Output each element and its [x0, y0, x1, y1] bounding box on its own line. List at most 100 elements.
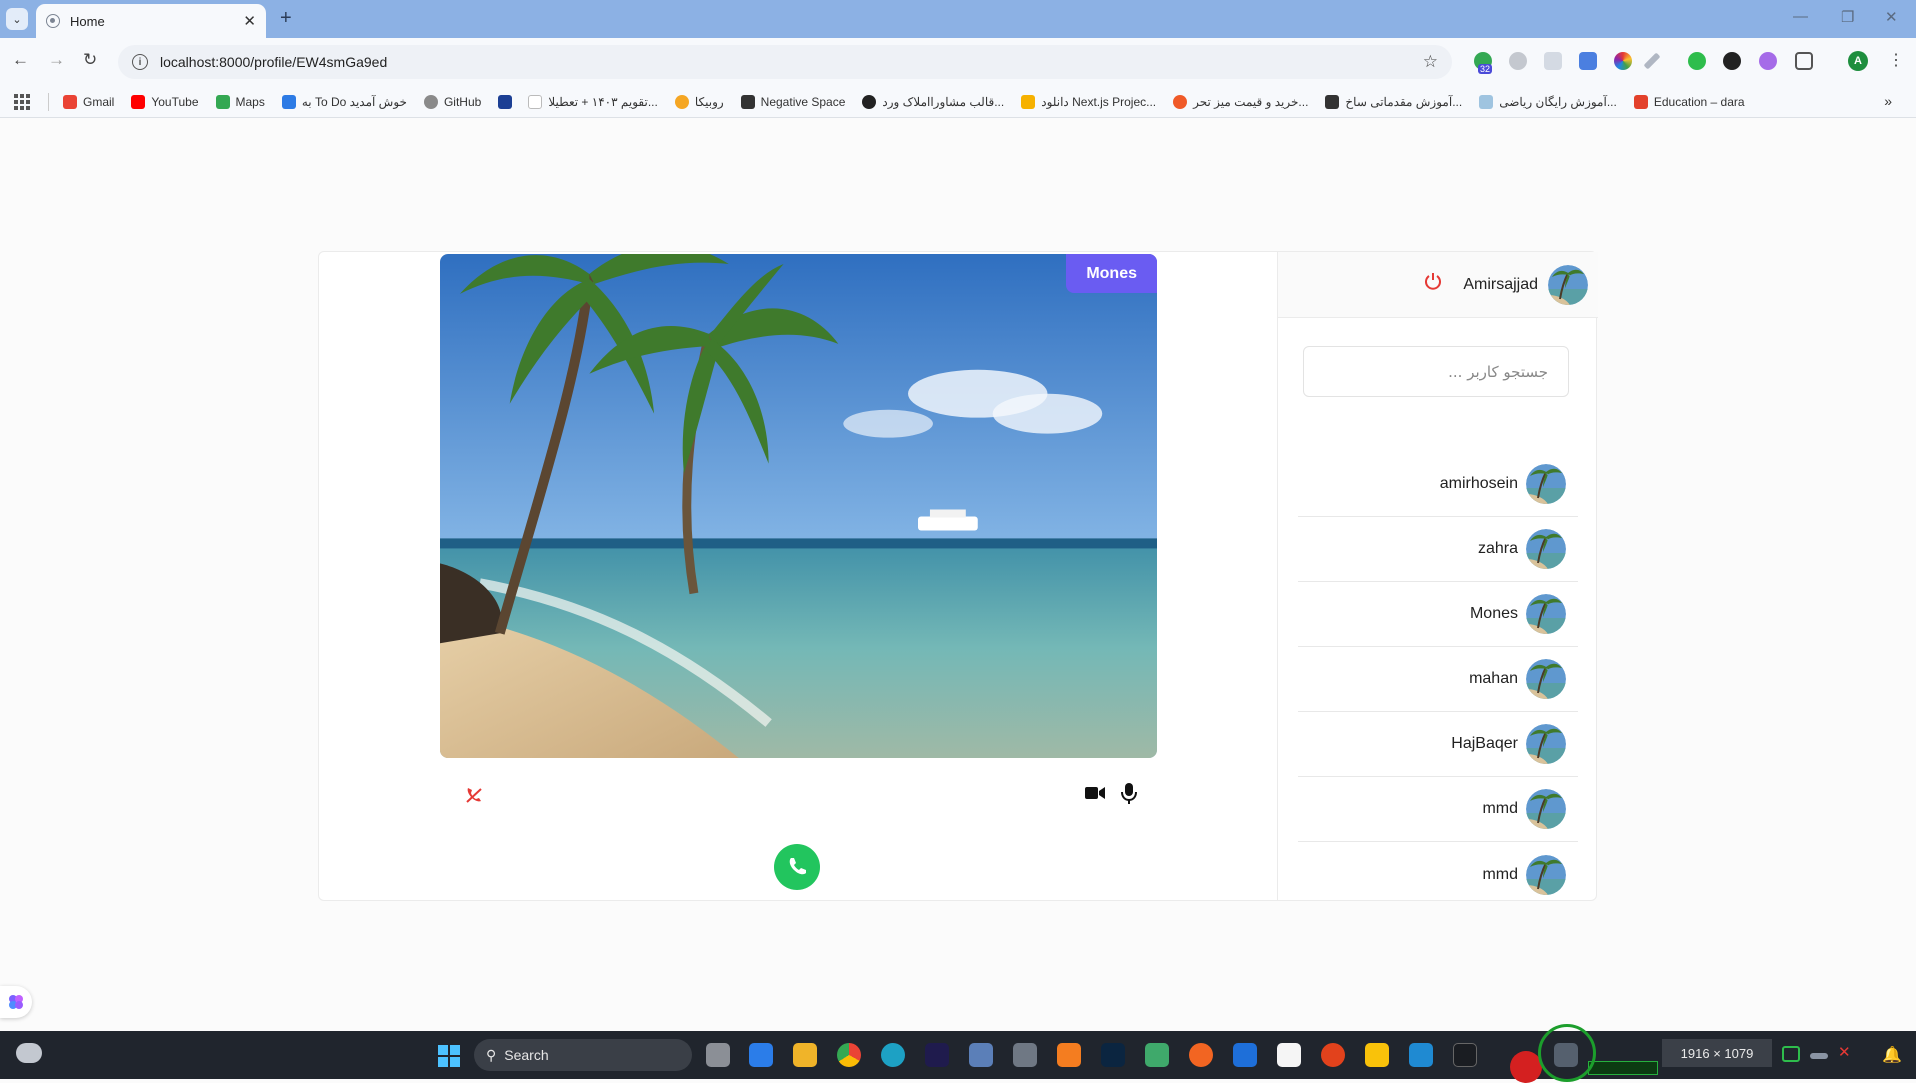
call-button[interactable]: [774, 844, 820, 890]
tab-search-menu-icon[interactable]: ⌄: [6, 8, 28, 30]
profile-avatar[interactable]: A: [1848, 51, 1868, 71]
bookmark-gmail[interactable]: Gmail: [63, 94, 114, 109]
close-capture-icon[interactable]: ✕: [1838, 1043, 1856, 1061]
ai-extension-icon[interactable]: [1759, 52, 1777, 70]
remote-user-label: Mones: [1066, 254, 1157, 293]
user-avatar: [1526, 789, 1566, 829]
address-bar[interactable]: i localhost:8000/profile/EW4smGa9ed ☆: [118, 45, 1452, 79]
github-icon: [423, 94, 438, 109]
bookmark-course[interactable]: آموزش مقدماتی ساخ...: [1325, 94, 1462, 109]
bookmark-education[interactable]: Education – dara: [1633, 94, 1745, 109]
shield-extension-icon[interactable]: [1509, 52, 1527, 70]
apps-grid-icon[interactable]: [14, 93, 30, 110]
user-avatar: [1526, 724, 1566, 764]
new-tab-button[interactable]: +: [280, 7, 292, 30]
calculator-icon[interactable]: [969, 1043, 993, 1067]
vscode-icon[interactable]: [1409, 1043, 1433, 1067]
ai-assistant-floating-icon[interactable]: [0, 986, 32, 1018]
more-menu-icon[interactable]: ⋮: [1888, 50, 1904, 70]
forward-icon[interactable]: →: [48, 50, 65, 70]
postman-icon[interactable]: [1189, 1043, 1213, 1067]
premiere-icon[interactable]: [925, 1043, 949, 1067]
git-icon[interactable]: [1145, 1043, 1169, 1067]
bookmark-calendar[interactable]: تقویم ۱۴۰۳ + تعطیلا...: [528, 94, 658, 109]
restore-icon[interactable]: ❐: [1841, 8, 1854, 26]
weather-widget-icon[interactable]: [16, 1043, 42, 1063]
user-list: amirhosein zahra Mones mahan HajBaqer mm…: [1298, 452, 1578, 907]
url-text[interactable]: localhost:8000/profile/EW4smGa9ed: [160, 54, 1423, 70]
user-list-item[interactable]: mmd: [1298, 777, 1578, 842]
recorder-app-icon[interactable]: [1321, 1043, 1345, 1067]
microphone-icon[interactable]: [1121, 783, 1137, 810]
user-name: amirhosein: [1439, 475, 1518, 492]
notification-bell-icon[interactable]: 🔔: [1882, 1045, 1902, 1065]
bookmark-template[interactable]: قالب مشاورااملاک ورد...: [862, 94, 1004, 109]
extension-badge: 32: [1478, 64, 1493, 74]
screenshot-extension-icon[interactable]: [1544, 52, 1562, 70]
medium-icon[interactable]: [1277, 1043, 1301, 1067]
file-explorer-icon[interactable]: [793, 1043, 817, 1067]
xampp-icon[interactable]: [1057, 1043, 1081, 1067]
maps-icon: [215, 94, 230, 109]
more-bookmarks-icon[interactable]: »: [1884, 93, 1892, 109]
capture-frame-icon[interactable]: [1782, 1046, 1800, 1062]
vpn-shield-icon[interactable]: [1233, 1043, 1257, 1067]
user-list-item[interactable]: amirhosein: [1298, 452, 1578, 517]
v-logo-icon: [1325, 94, 1340, 109]
windows-start-icon[interactable]: [438, 1045, 460, 1067]
chrome-canary-icon[interactable]: [1365, 1043, 1389, 1067]
math-icon: [1479, 94, 1494, 109]
taskbar-search[interactable]: ⚲ Search: [474, 1039, 692, 1071]
check-extension-icon[interactable]: [1688, 52, 1706, 70]
bookmark-desk[interactable]: خرید و قیمت میز تحر...: [1173, 94, 1308, 109]
bookmark-b[interactable]: [498, 94, 518, 109]
bookmark-nextjs[interactable]: دانلود Next.js Projec...: [1021, 94, 1156, 109]
bookmark-maps[interactable]: Maps: [215, 94, 265, 109]
photoshop-icon[interactable]: [1101, 1043, 1125, 1067]
bookmark-math[interactable]: آموزش رایگان ریاضی...: [1479, 94, 1617, 109]
chrome-icon[interactable]: [837, 1043, 861, 1067]
user-list-item[interactable]: HajBaqer: [1298, 712, 1578, 777]
dara-icon: [1633, 94, 1648, 109]
user-list-item[interactable]: zahra: [1298, 517, 1578, 582]
user-list-item[interactable]: mahan: [1298, 647, 1578, 712]
bookmark-youtube[interactable]: YouTube: [131, 94, 199, 109]
logout-power-icon[interactable]: [1425, 272, 1441, 295]
puzzle-extensions-icon[interactable]: [1795, 52, 1813, 70]
site-info-icon[interactable]: i: [132, 54, 148, 70]
remote-video: Mones: [440, 254, 1157, 758]
camera-icon[interactable]: [1013, 1043, 1037, 1067]
window-close-icon[interactable]: ✕: [1885, 8, 1898, 26]
browser-tabstrip: ⌄ Home ✕ + — ❐ ✕: [0, 0, 1916, 38]
bookmark-github[interactable]: GitHub: [423, 94, 481, 109]
minimize-capture-icon[interactable]: [1810, 1053, 1828, 1059]
task-view-icon[interactable]: [706, 1043, 730, 1067]
translate-extension-icon[interactable]: [1579, 52, 1597, 70]
edge-icon[interactable]: [881, 1043, 905, 1067]
minimize-icon[interactable]: —: [1793, 8, 1808, 25]
user-name: mmd: [1482, 865, 1518, 883]
bookmarks-divider: [48, 92, 49, 111]
color-picker-extension-icon[interactable]: [1614, 52, 1632, 70]
current-user-name: Amirsajjad: [1463, 276, 1538, 293]
bookmark-todo[interactable]: به To Do خوش آمدید: [281, 94, 407, 109]
bookmark-star-icon[interactable]: ☆: [1423, 52, 1438, 72]
tab-title: Home: [70, 13, 105, 29]
pen-extension-icon[interactable]: [1643, 52, 1661, 70]
hangup-icon[interactable]: [464, 785, 484, 810]
store-app-icon[interactable]: [749, 1043, 773, 1067]
reload-icon[interactable]: ↻: [83, 50, 97, 70]
bookmark-negative-space[interactable]: Negative Space: [740, 94, 845, 109]
user-list-item[interactable]: mmd: [1298, 842, 1578, 907]
tab-home[interactable]: Home ✕: [36, 4, 266, 38]
w-extension-icon[interactable]: [1723, 52, 1741, 70]
user-list-item[interactable]: Mones: [1298, 582, 1578, 647]
video-camera-icon[interactable]: [1085, 785, 1105, 806]
close-icon[interactable]: ✕: [243, 12, 256, 30]
user-search-input[interactable]: [1303, 346, 1569, 397]
terminal-icon[interactable]: [1453, 1043, 1477, 1067]
b-logo-icon: [498, 94, 513, 109]
bookmark-rubika[interactable]: روبیکا: [674, 94, 724, 109]
back-icon[interactable]: ←: [12, 50, 29, 70]
remote-video-frame-image: [440, 254, 1157, 758]
